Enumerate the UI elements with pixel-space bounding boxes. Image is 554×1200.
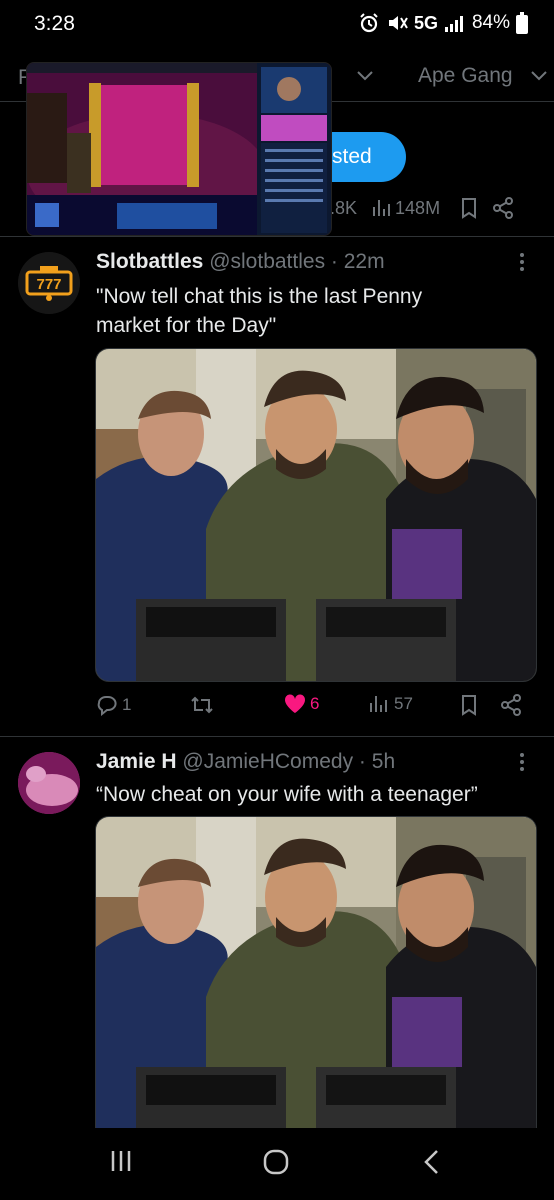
posted-button[interactable]: sted: [330, 132, 406, 182]
reply-icon: [97, 696, 117, 716]
pip-video-window[interactable]: [26, 62, 332, 236]
top-views-count: 148M: [395, 197, 441, 218]
avatar[interactable]: 777: [18, 252, 80, 314]
tweet-header: Slotbattles @slotbattles · 22m: [96, 250, 385, 274]
avatar-photo: [18, 752, 80, 814]
views-button[interactable]: 57: [368, 694, 413, 714]
views-icon[interactable]: [371, 198, 393, 218]
mute-icon: [388, 16, 408, 30]
slot-logo-icon: 777: [18, 252, 80, 314]
separator-dot: ·: [325, 250, 344, 273]
tweet-text-line: "Now tell chat this is the last Penny: [96, 285, 423, 308]
reply-count: 1: [122, 695, 132, 714]
share-icon: [501, 694, 521, 716]
status-icons: 5G 84%: [358, 12, 528, 34]
tweet-media-image[interactable]: [95, 348, 537, 682]
status-bar: 3:28 5G 84%: [0, 0, 554, 48]
tweet-media-image[interactable]: [95, 816, 537, 1148]
heart-icon: [284, 694, 306, 713]
battery-percent: 84%: [471, 12, 510, 33]
signal-icon: [444, 16, 463, 32]
top-retweet-count: .8K: [330, 197, 358, 218]
feed-divider: [0, 236, 554, 237]
more-icon[interactable]: [520, 250, 526, 274]
system-nav-bar: [0, 1128, 554, 1200]
reply-button[interactable]: 1: [96, 694, 131, 716]
tweet-text: "Now tell chat this is the last Penny ma…: [96, 282, 516, 340]
author-handle[interactable]: @JamieHComedy: [182, 750, 353, 773]
more-icon[interactable]: [520, 750, 526, 774]
top-tweet-actions: .8K 148M: [330, 196, 514, 220]
photo-three-men: [96, 349, 536, 681]
views-icon: [370, 696, 387, 712]
photo-three-men: [96, 817, 536, 1147]
bookmark-icon[interactable]: [460, 197, 478, 219]
separator-dot: ·: [353, 750, 372, 773]
share-icon[interactable]: [492, 197, 514, 219]
author-name[interactable]: Jamie H: [96, 750, 177, 773]
like-count: 6: [310, 694, 320, 713]
chevron-down-icon: [531, 71, 547, 81]
network-label: 5G: [413, 12, 438, 33]
tweet-header: Jamie H @JamieHComedy · 5h: [96, 750, 395, 774]
recents-icon[interactable]: [108, 1148, 134, 1174]
retweet-button[interactable]: [190, 694, 218, 716]
tweet-text: “Now cheat on your wife with a teenager”: [96, 780, 546, 809]
tweet-text-line: market for the Day": [96, 314, 277, 337]
author-handle[interactable]: @slotbattles: [209, 250, 325, 273]
tweet-actions: 1 6 57: [96, 694, 536, 724]
views-count: 57: [394, 694, 413, 713]
back-icon[interactable]: [420, 1148, 444, 1176]
like-button[interactable]: 6: [284, 694, 319, 714]
author-name[interactable]: Slotbattles: [96, 250, 203, 273]
battery-icon: [516, 12, 528, 34]
tab-ape-gang[interactable]: Ape Gang: [418, 64, 513, 88]
tweet-time[interactable]: 22m: [344, 250, 385, 273]
alarm-icon: [360, 13, 378, 33]
chevron-down-icon: [357, 71, 373, 81]
home-icon[interactable]: [262, 1148, 290, 1176]
bookmark-icon: [462, 695, 476, 716]
pip-video-frame: [27, 63, 331, 235]
share-button[interactable]: [500, 694, 522, 716]
feed-divider: [0, 736, 554, 737]
svg-text:777: 777: [36, 276, 61, 293]
retweet-icon: [191, 696, 213, 714]
bookmark-button[interactable]: [460, 694, 478, 716]
tweet-time[interactable]: 5h: [372, 750, 395, 773]
clock: 3:28: [34, 12, 75, 35]
tweet-text-line: “Now cheat on your wife with a teenager”: [96, 783, 478, 806]
avatar[interactable]: [18, 752, 80, 814]
